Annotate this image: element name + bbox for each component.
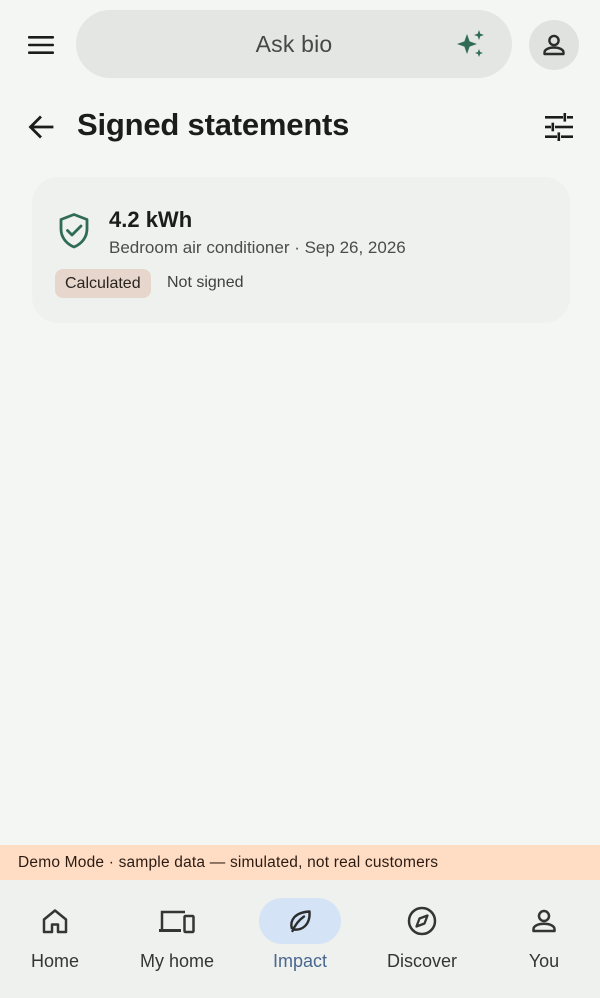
ask-bio-search-bar[interactable]: Ask bio — [76, 10, 512, 78]
nav-active-indicator — [259, 898, 341, 944]
statement-meta: Bedroom air conditioner · Sep 26, 2026 — [109, 238, 406, 257]
home-icon — [42, 909, 68, 934]
nav-item-discover[interactable]: Discover — [362, 880, 482, 998]
menu-button[interactable] — [18, 22, 64, 68]
verified-shield-icon — [59, 213, 89, 249]
devices-icon — [159, 910, 195, 934]
demo-mode-banner: Demo Mode · sample data — simulated, not… — [0, 845, 600, 880]
tune-filter-icon — [545, 113, 573, 141]
arrow-back-icon — [28, 115, 54, 139]
statement-card[interactable]: 4.2 kWh Bedroom air conditioner · Sep 26… — [32, 177, 570, 323]
page-title: Signed statements — [77, 107, 350, 142]
leaf-icon — [290, 910, 311, 933]
nav-item-impact[interactable]: Impact — [240, 880, 360, 998]
ai-sparkle-icon — [457, 30, 484, 57]
nav-label-impact: Impact — [272, 951, 328, 971]
nav-item-you[interactable]: You — [484, 880, 600, 998]
nav-item-home[interactable]: Home — [0, 880, 115, 998]
hamburger-menu-icon — [28, 36, 54, 54]
nav-label-home: Home — [30, 951, 79, 971]
calculated-chip: Calculated — [55, 269, 151, 298]
nav-item-my-home[interactable]: My home — [117, 880, 237, 998]
nav-label-my-home: My home — [139, 951, 215, 971]
compass-icon — [407, 906, 437, 936]
signature-status: Not signed — [167, 274, 244, 291]
page-header: Signed statements — [0, 96, 600, 158]
person-icon — [543, 34, 565, 56]
screen: Ask bio Signed statements 4.2 kWh Bedroo… — [0, 0, 600, 998]
top-app-bar: Ask bio — [0, 0, 600, 90]
filter-button[interactable] — [536, 104, 582, 150]
nav-label-discover: Discover — [386, 951, 457, 971]
account-avatar-button[interactable] — [529, 20, 579, 70]
back-button[interactable] — [18, 104, 64, 150]
nav-label-you: You — [528, 951, 560, 971]
bottom-navigation: Home My home Impact Discover You — [0, 880, 600, 998]
person-icon — [532, 909, 556, 933]
statement-amount: 4.2 kWh — [109, 207, 193, 232]
search-placeholder: Ask bio — [255, 30, 333, 57]
